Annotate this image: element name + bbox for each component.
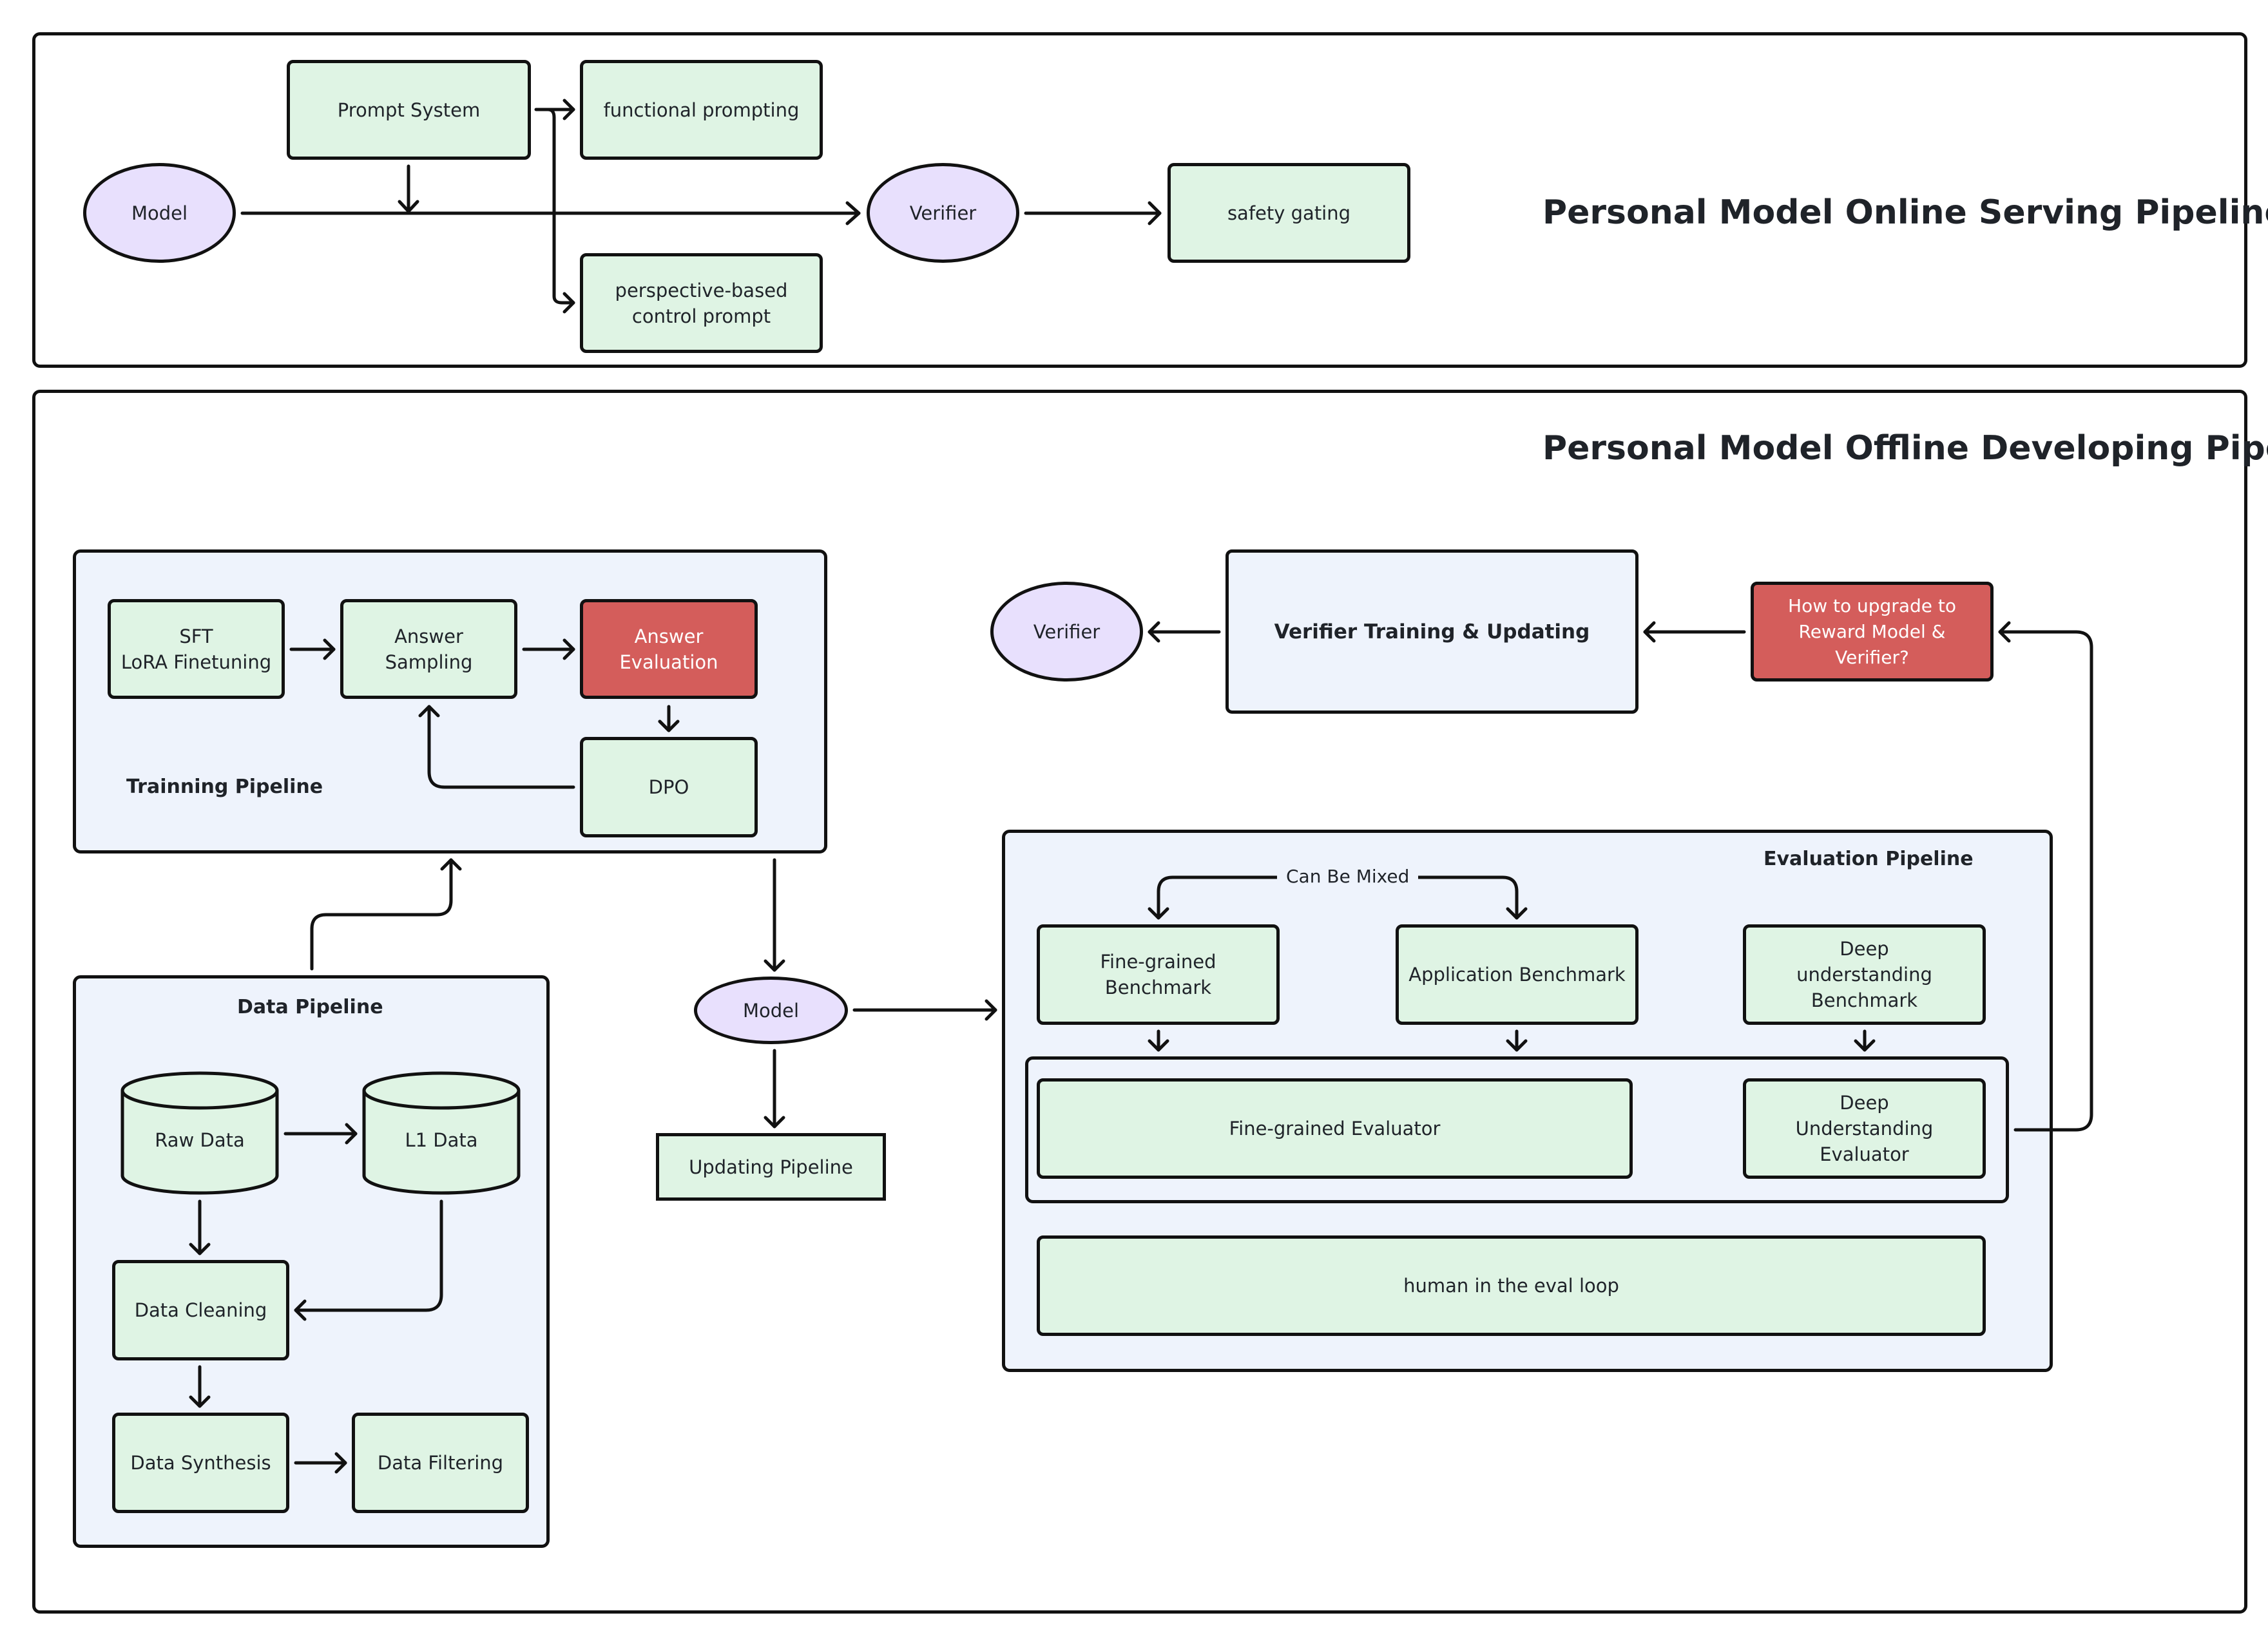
model-node-online[interactable]: Model: [83, 163, 236, 263]
data-filtering-node[interactable]: Data Filtering: [352, 1413, 529, 1513]
functional-prompting-node[interactable]: functional prompting: [580, 60, 823, 160]
model-node-offline[interactable]: Model: [694, 977, 848, 1044]
fine-grained-benchmark-node[interactable]: Fine-grained Benchmark: [1037, 924, 1280, 1025]
training-pipeline-label: Trainning Pipeline: [126, 776, 323, 798]
application-benchmark-node[interactable]: Application Benchmark: [1396, 924, 1639, 1025]
safety-gating-node[interactable]: safety gating: [1168, 163, 1410, 263]
updating-pipeline-node[interactable]: Updating Pipeline: [656, 1133, 886, 1201]
data-pipeline-label: Data Pipeline: [237, 996, 383, 1018]
data-cleaning-node[interactable]: Data Cleaning: [112, 1260, 289, 1360]
l1-data-cylinder[interactable]: L1 Data: [362, 1071, 521, 1195]
raw-data-cylinder[interactable]: Raw Data: [120, 1071, 279, 1195]
prompt-system-node[interactable]: Prompt System: [287, 60, 531, 160]
evaluation-pipeline-label: Evaluation Pipeline: [1763, 848, 1974, 870]
verifier-node-offline[interactable]: Verifier: [990, 582, 1143, 682]
can-be-mixed-label: Can Be Mixed: [1277, 866, 1419, 887]
data-synthesis-node[interactable]: Data Synthesis: [112, 1413, 289, 1513]
upgrade-question-node[interactable]: How to upgrade to Reward Model & Verifie…: [1751, 582, 1994, 682]
sft-label: SFT: [179, 625, 213, 647]
perspective-prompt-node[interactable]: perspective-based control prompt: [580, 253, 823, 353]
human-in-loop-node[interactable]: human in the eval loop: [1037, 1235, 1986, 1336]
fine-grained-evaluator-node[interactable]: Fine-grained Evaluator: [1037, 1078, 1633, 1179]
answer-sampling-node[interactable]: Answer Sampling: [340, 599, 517, 699]
raw-data-label: Raw Data: [155, 1129, 245, 1151]
sft-lora-node[interactable]: SFT LoRA Finetuning: [108, 599, 285, 699]
l1-data-label: L1 Data: [405, 1129, 478, 1151]
offline-pipeline-title: Personal Model Offline Developing Pipeli…: [1542, 429, 2268, 468]
online-pipeline-title: Personal Model Online Serving Pipeline: [1542, 193, 2268, 232]
deep-understanding-benchmark-node[interactable]: Deep understanding Benchmark: [1743, 924, 1986, 1025]
verifier-training-node[interactable]: Verifier Training & Updating: [1225, 549, 1639, 714]
dpo-node[interactable]: DPO: [580, 737, 758, 837]
deep-understanding-evaluator-node[interactable]: Deep Understanding Evaluator: [1743, 1078, 1986, 1179]
verifier-node-online[interactable]: Verifier: [867, 163, 1019, 263]
lora-label: LoRA Finetuning: [120, 651, 272, 673]
answer-evaluation-node[interactable]: Answer Evaluation: [580, 599, 758, 699]
